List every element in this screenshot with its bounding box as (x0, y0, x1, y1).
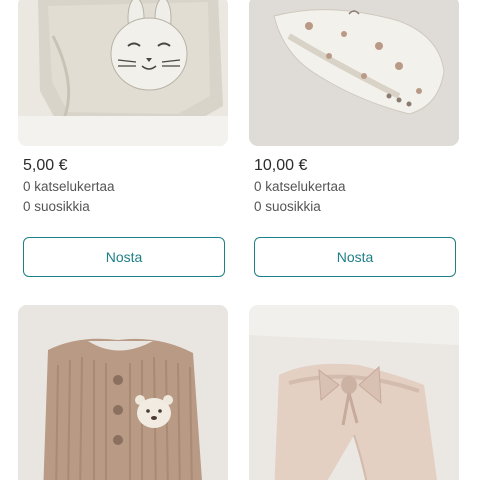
listing-card: 5,00 € 0 katselukertaa 0 suosikkia Nosta (18, 0, 228, 277)
listing-card (249, 305, 459, 480)
ribbed-romper-image (18, 305, 228, 480)
listing-favorites: 0 suosikkia (254, 199, 321, 214)
animal-print-bodysuit-image (249, 0, 459, 146)
listing-card: 10,00 € 0 katselukertaa 0 suosikkia Nost… (249, 0, 459, 277)
listing-photo[interactable] (18, 305, 228, 480)
bump-listing-button[interactable]: Nosta (23, 237, 225, 277)
listing-price: 5,00 € (23, 157, 68, 174)
listing-photo[interactable] (18, 0, 228, 146)
listing-views: 0 katselukertaa (23, 179, 115, 194)
bunny-bodysuit-image (18, 0, 228, 146)
listing-price: 10,00 € (254, 157, 308, 174)
pink-pants-image (249, 305, 459, 480)
listing-photo[interactable] (249, 305, 459, 480)
listing-card (18, 305, 228, 480)
listings-page: 5,00 € 0 katselukertaa 0 suosikkia Nosta (0, 0, 480, 480)
listing-views: 0 katselukertaa (254, 179, 346, 194)
listing-photo[interactable] (249, 0, 459, 146)
listing-favorites: 0 suosikkia (23, 199, 90, 214)
bump-listing-button[interactable]: Nosta (254, 237, 456, 277)
